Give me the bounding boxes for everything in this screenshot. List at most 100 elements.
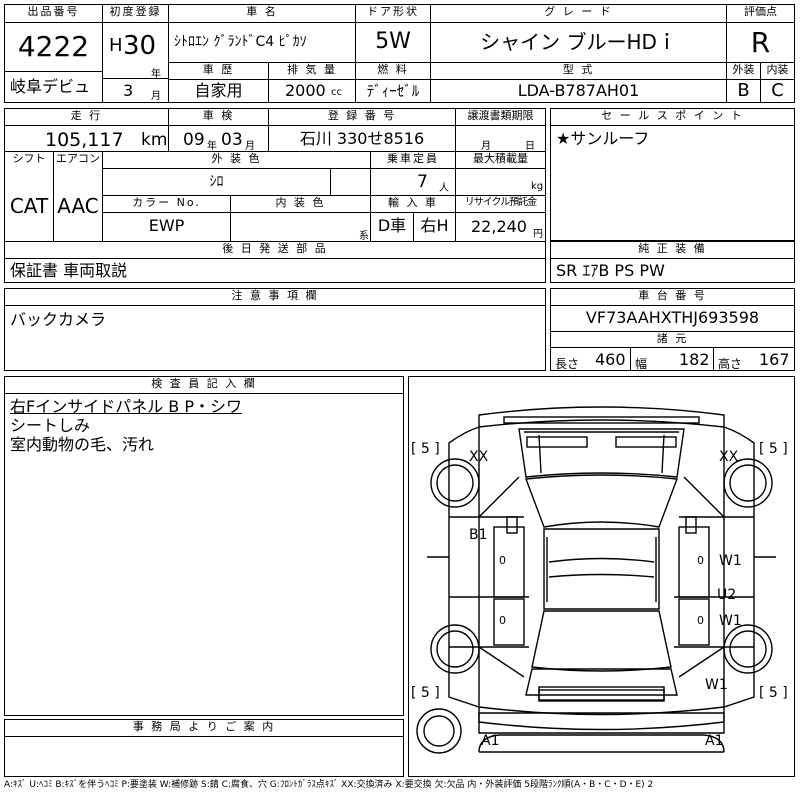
caution-section: 注 意 事 項 欄 バックカメラ xyxy=(4,288,546,371)
chassis-number-label: 車 台 番 号 xyxy=(638,289,707,302)
panel-mark-left-rear: 0 xyxy=(499,614,506,627)
transfer-day-unit: 日 xyxy=(525,141,535,152)
score-label: 評価点 xyxy=(744,5,777,18)
model-code-label: 型 式 xyxy=(562,63,595,76)
capacity-label: 乗車定員 xyxy=(387,152,439,165)
registration-year: 30 xyxy=(123,31,157,61)
car-name-label: 車 名 xyxy=(246,5,278,18)
interior-color-label: 内 装 色 xyxy=(275,196,326,209)
factory-equipment: SR ｴｱB PS PW xyxy=(556,261,665,280)
inspector-note-line: シートしみ xyxy=(10,416,91,435)
door-type: 5W xyxy=(375,29,411,54)
import-label: 輸 入 車 xyxy=(388,196,438,209)
mileage-unit: km xyxy=(141,130,168,150)
sales-point-label: セ ー ル ス ポ イ ン ト xyxy=(601,109,744,122)
door-type-label: ドア形状 xyxy=(367,5,419,18)
inspector-note-line: 右Fインサイドパネル B P・シワ xyxy=(10,397,243,416)
exterior-color-label: 外 装 色 xyxy=(211,152,262,165)
interior-score: C xyxy=(771,80,784,101)
car-name: ｼﾄﾛｴﾝ ｸﾞﾗﾝﾄﾞC4 ﾋﾟｶｿ xyxy=(174,34,307,50)
inspection-year: 09 xyxy=(183,130,205,150)
history-label: 車 歴 xyxy=(202,63,235,76)
later-parts-label: 後 日 発 送 部 品 xyxy=(222,242,328,255)
car-body-diagram xyxy=(416,406,776,754)
header-section: 出品番号 4222 岐阜デビュ 初度登録 H 30 年 3 月 車 名 ドア形状… xyxy=(4,4,795,103)
caution-label: 注 意 事 項 欄 xyxy=(231,289,319,302)
exterior-color: ｼﾛ xyxy=(209,174,224,190)
office-notes-section: 事 務 局 よ り ご 案 内 xyxy=(4,719,404,777)
lot-number-label: 出品番号 xyxy=(27,5,80,18)
capacity: 7 xyxy=(417,172,428,192)
exterior-score: B xyxy=(737,80,750,101)
import-type: D車 xyxy=(377,216,407,235)
panel-mark-left-front: 0 xyxy=(499,554,506,567)
aircon-type: AAC xyxy=(57,194,99,218)
damage-mark-rear-right: A1 xyxy=(705,733,724,749)
inspection-year-unit: 年 xyxy=(207,141,217,152)
inspection-month: 03 xyxy=(221,130,243,150)
grade-label: グ レ ー ド xyxy=(544,5,613,18)
dimensions-label: 諸 元 xyxy=(656,332,689,345)
exterior-score-label: 外装 xyxy=(732,63,755,76)
inspector-notes-label: 検 査 員 記 入 欄 xyxy=(151,377,257,390)
displacement-unit: cc xyxy=(331,87,342,98)
steering-side: 右H xyxy=(420,216,449,235)
max-load-unit: kg xyxy=(531,181,544,192)
registration-month: 3 xyxy=(123,81,134,100)
max-load-label: 最大積載量 xyxy=(473,152,528,165)
factory-equipment-section: 純 正 装 備 SR ｴｱB PS PW xyxy=(550,241,795,283)
sales-point: ★サンルーフ xyxy=(556,129,650,148)
color-number-label: カラー No. xyxy=(132,196,201,209)
fuel-label: 燃 料 xyxy=(377,63,409,76)
grade: シャイン ブルーHDｉ xyxy=(480,30,677,54)
caution-note: バックカメラ xyxy=(10,310,107,329)
inspector-notes-section: 検 査 員 記 入 欄 右Fインサイドパネル B P・シワ シートしみ 室内動物… xyxy=(4,376,404,716)
inspection-month-unit: 月 xyxy=(245,141,255,152)
shift-type: CAT xyxy=(9,194,49,218)
month-unit: 月 xyxy=(151,91,161,102)
width-label: 幅 xyxy=(635,357,648,371)
recycle-fee-label: リサイクル預託金 xyxy=(464,197,538,208)
era-letter: H xyxy=(109,35,123,56)
displacement-label: 排 気 量 xyxy=(287,63,337,76)
interior-color-unit: 系 xyxy=(359,231,369,242)
tire-depth-front-left: [ 5 ] xyxy=(411,441,440,457)
transfer-month-unit: 月 xyxy=(481,141,491,152)
transfer-deadline-label: 譲渡書類期限 xyxy=(467,109,534,122)
chassis-number: VF73AAHXTHJ693598 xyxy=(585,308,760,327)
inspector-note-line: 室内動物の毛、汚れ xyxy=(10,435,155,454)
first-registration-label: 初度登録 xyxy=(109,5,162,18)
tire-depth-rear-right: [ 5 ] xyxy=(759,685,788,701)
chassis-section: 車 台 番 号 VF73AAHXTHJ693598 諸 元 長さ 460 幅 1… xyxy=(550,288,795,371)
tire-depth-rear-left: [ 5 ] xyxy=(411,685,440,701)
office-notes-label: 事 務 局 よ り ご 案 内 xyxy=(132,720,276,733)
damage-code-legend: A:ｷｽﾞ U:ﾍｺﾐ B:ｷｽﾞを伴うﾍｺﾐ P:要塗装 W:補修跡 S:錆 … xyxy=(4,780,654,790)
fuel: ﾃﾞｨｰｾﾞﾙ xyxy=(366,82,420,100)
displacement: 2000 xyxy=(285,81,326,100)
damage-diagram-section: [ 5 ] [ 5 ] [ 5 ] [ 5 ] XX XX B1 U2 W1 W… xyxy=(408,376,795,777)
overall-score: R xyxy=(750,26,771,59)
later-parts: 保証書 車両取説 xyxy=(10,261,128,280)
interior-score-label: 内装 xyxy=(766,63,789,76)
history: 自家用 xyxy=(194,81,243,100)
venue-name: 岐阜デビュ xyxy=(10,77,91,96)
factory-equipment-label: 純 正 装 備 xyxy=(638,242,707,255)
mileage: 105,117 xyxy=(45,129,124,151)
model-code: LDA-B787AH01 xyxy=(517,81,640,100)
damage-mark-rear-left: A1 xyxy=(481,733,500,749)
panel-mark-right-rear: 0 xyxy=(697,614,704,627)
lot-number: 4222 xyxy=(17,30,90,63)
damage-mark-right-rear-door-repair: W1 xyxy=(719,613,742,629)
length: 460 xyxy=(595,350,626,369)
width: 182 xyxy=(679,350,710,369)
damage-mark-left-door: B1 xyxy=(469,527,488,543)
color-number: EWP xyxy=(148,216,185,235)
height-label: 高さ xyxy=(718,357,743,371)
inspection-label: 車 検 xyxy=(202,109,235,122)
recycle-fee-unit: 円 xyxy=(533,229,543,240)
registration-number: 石川 330せ8516 xyxy=(299,129,425,148)
panel-mark-right-front: 0 xyxy=(697,554,704,567)
sales-point-section: セ ー ル ス ポ イ ン ト ★サンルーフ xyxy=(550,108,795,241)
aircon-label: エアコン xyxy=(56,152,100,165)
damage-mark-front-right: XX xyxy=(719,449,739,465)
